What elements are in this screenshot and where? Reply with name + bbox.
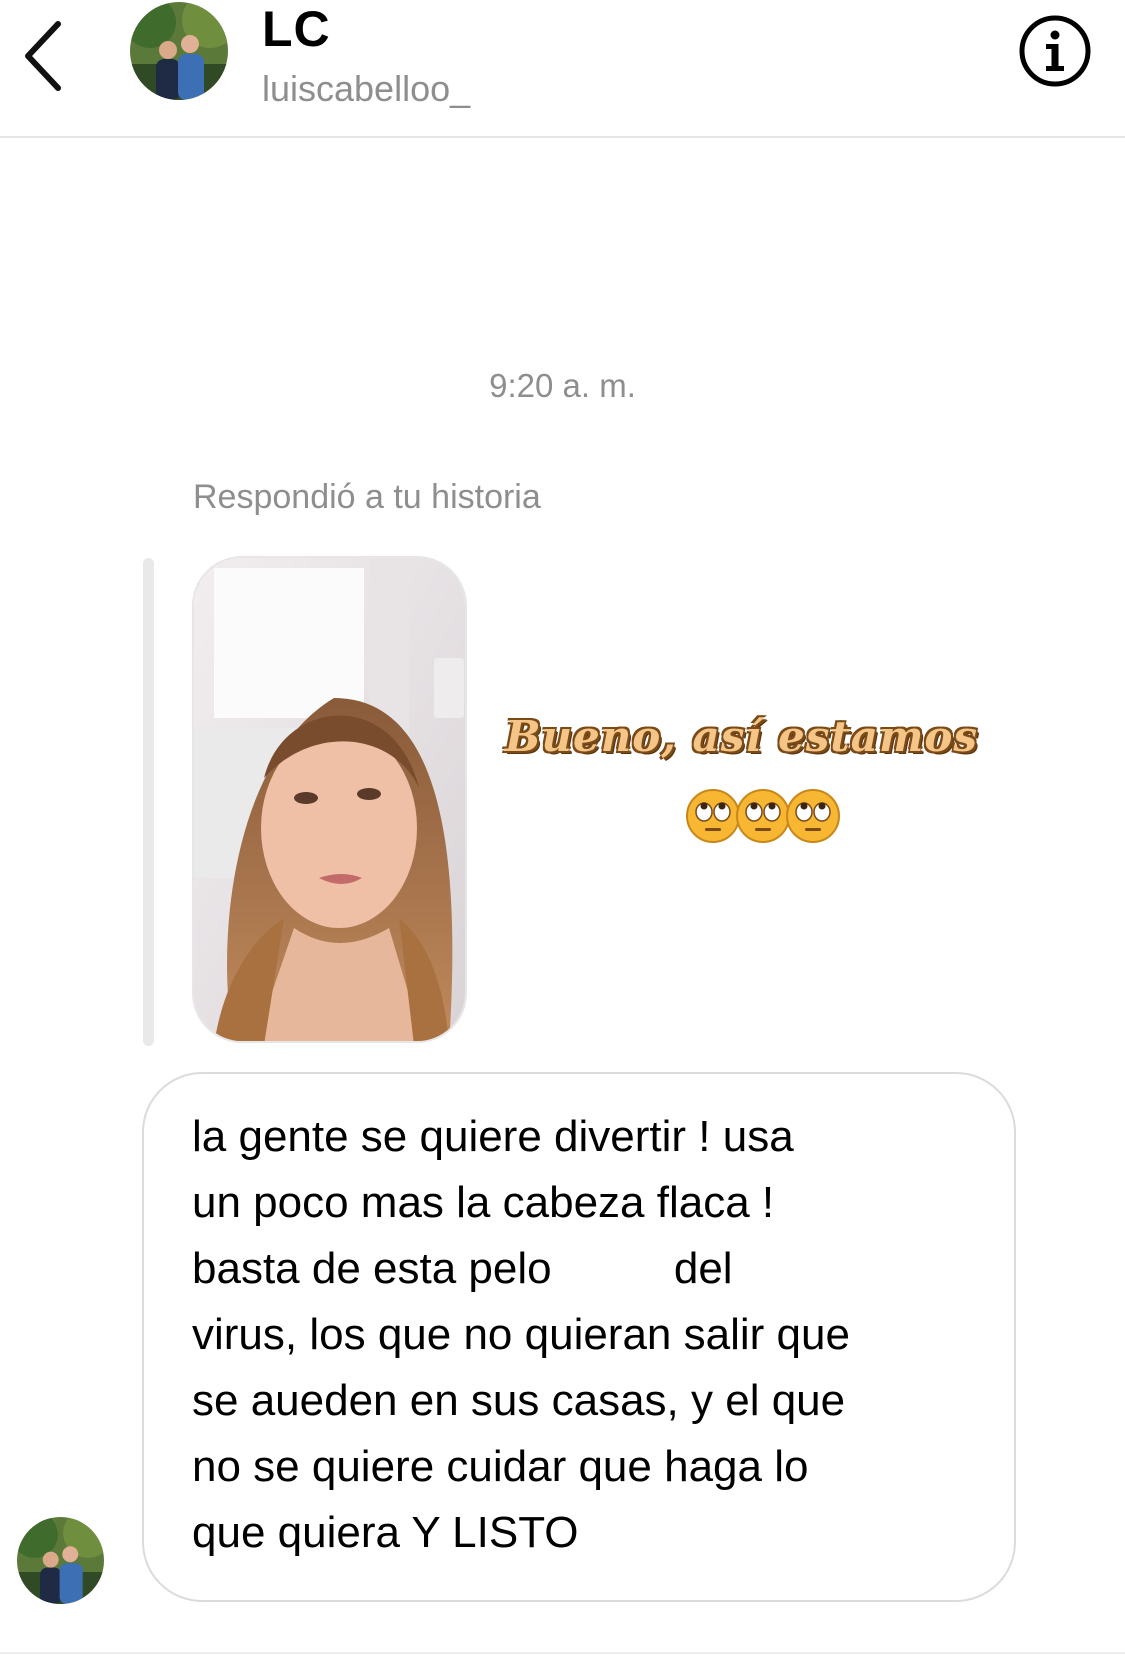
message-line: basta de esta pelo del: [192, 1244, 733, 1293]
message-line: un poco mas la cabeza flaca !: [192, 1178, 775, 1227]
back-button[interactable]: [14, 14, 84, 94]
message-line: virus, los que no quieran salir que: [192, 1310, 850, 1359]
message-line: se aueden en sus casas, y el que: [192, 1376, 846, 1425]
contact-name[interactable]: LC: [262, 0, 331, 58]
story-thumbnail[interactable]: [192, 556, 467, 1043]
rolling-eyes-emoji-icon: [686, 789, 740, 843]
info-button[interactable]: [1018, 14, 1092, 88]
sender-avatar[interactable]: [17, 1517, 104, 1604]
story-reply-label: Respondió a tu historia: [193, 478, 541, 516]
message-line: no se quiere cuidar que haga lo: [192, 1442, 809, 1491]
rolling-eyes-emoji-row: [685, 788, 840, 844]
rolling-eyes-emoji-icon: [736, 789, 790, 843]
info-icon: [1019, 15, 1091, 87]
story-caption: Bueno, así estamos: [505, 712, 979, 761]
message-line: que quiera Y LISTO: [192, 1508, 579, 1557]
divider: [0, 1652, 1125, 1654]
rolling-eyes-emoji-icon: [786, 789, 840, 843]
message-line: la gente se quiere divertir ! usa: [192, 1112, 794, 1161]
chevron-left-icon: [25, 21, 61, 91]
reply-quote-bar: [143, 558, 154, 1046]
contact-avatar[interactable]: [130, 2, 228, 100]
message-timestamp: 9:20 a. m.: [489, 367, 636, 404]
chat-header: LC luiscabelloo_: [0, 0, 1125, 138]
contact-username[interactable]: luiscabelloo_: [262, 68, 470, 110]
